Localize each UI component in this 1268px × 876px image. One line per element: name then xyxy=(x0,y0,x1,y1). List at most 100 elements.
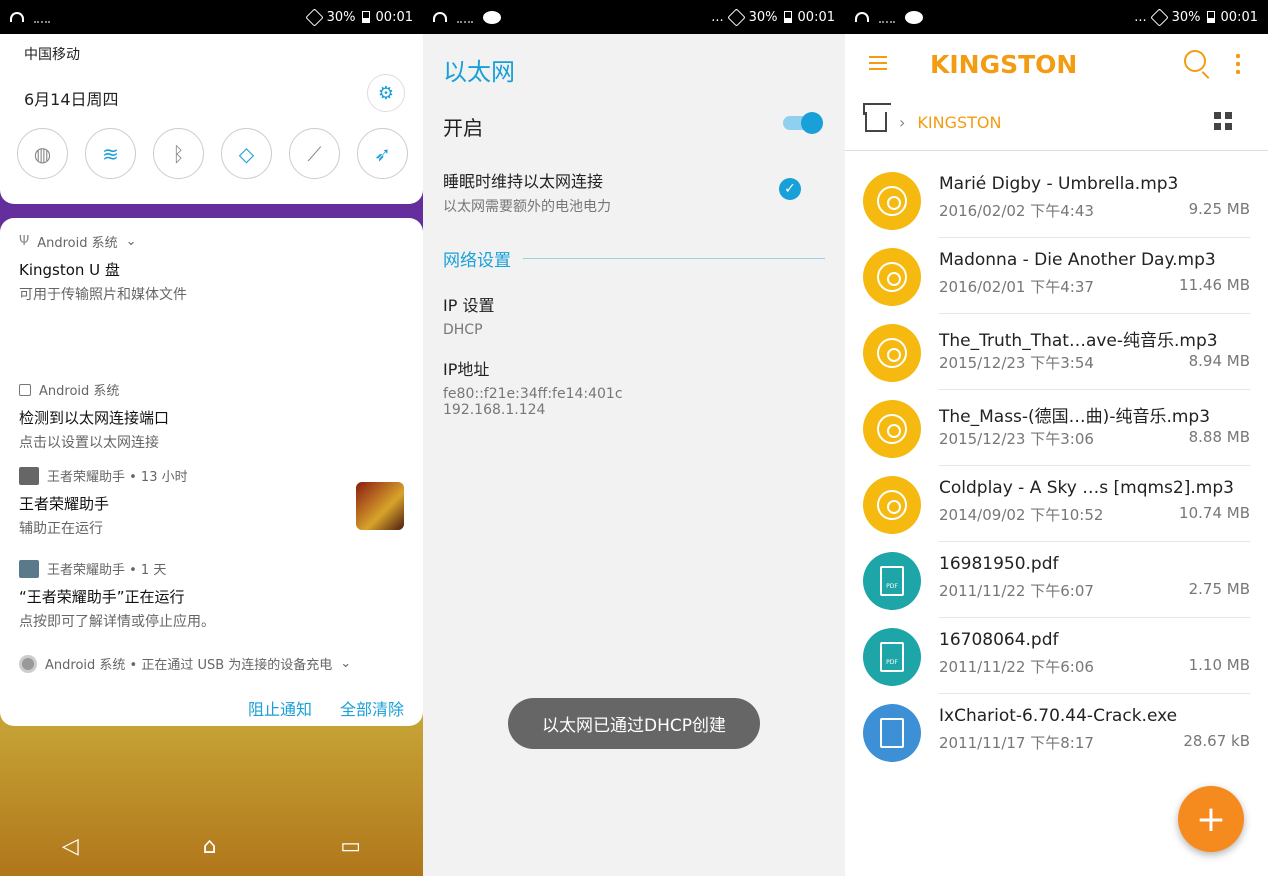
wifi-icon: ≋ xyxy=(102,141,119,166)
more-dots: ... xyxy=(711,9,724,25)
app-bar: KINGSTON xyxy=(845,34,1268,94)
battery-icon xyxy=(1206,11,1215,23)
page-title: 以太网 xyxy=(443,58,515,86)
recents-icon[interactable]: ▭ xyxy=(340,834,361,859)
breadcrumb-current[interactable]: KINGSTON xyxy=(917,113,1001,132)
list-item[interactable]: The_Mass-(德国…曲)-纯音乐.mp3 2015/12/23 下午3:0… xyxy=(863,390,1250,466)
list-item[interactable]: Marié Digby - Umbrella.mp3 2016/02/02 下午… xyxy=(863,162,1250,238)
file-size: 28.67 kB xyxy=(1183,732,1250,750)
game-thumbnail xyxy=(356,482,404,530)
file-size: 2.75 MB xyxy=(1188,580,1250,598)
auto-rotate-tile[interactable]: ◇ xyxy=(221,128,272,179)
chevron-down-icon[interactable]: ⌄ xyxy=(126,234,137,249)
status-bar: ... 30% 00:01 xyxy=(845,0,1268,34)
sleep-checkbox[interactable]: ✓ xyxy=(779,178,801,200)
file-name: The_Truth_That…ave-纯音乐.mp3 xyxy=(939,331,1218,351)
notification-desc: 可用于传输照片和媒体文件 xyxy=(19,287,187,303)
rotate-icon xyxy=(1149,7,1169,27)
sleep-setting[interactable]: 睡眠时维持以太网连接 以太网需要额外的电池电力 xyxy=(443,168,825,216)
notification-ethernet[interactable]: Android 系统 检测到以太网连接端口 点击以设置以太网连接 xyxy=(19,380,404,452)
ipv4-value: 192.168.1.124 xyxy=(443,402,546,418)
section-title: 网络设置 xyxy=(443,251,511,271)
list-item[interactable]: PDF 16708064.pdf 2011/11/22 下午6:06 1.10 … xyxy=(863,618,1250,694)
battery-percent: 30% xyxy=(326,9,356,25)
ethernet-toggle[interactable] xyxy=(783,112,823,134)
signal-icon xyxy=(879,12,895,23)
list-item[interactable]: PDF 16981950.pdf 2011/11/22 下午6:07 2.75 … xyxy=(863,542,1250,618)
mobile-data-tile[interactable]: ◍ xyxy=(17,128,68,179)
ipv6-value: fe80::f21e:34ff:fe14:401c xyxy=(443,386,623,402)
carrier-label: 中国移动 xyxy=(24,47,80,63)
file-name: 16708064.pdf xyxy=(939,630,1059,650)
notification-app: Android 系统 • 正在通过 USB 为连接的设备充电 xyxy=(45,658,333,673)
notification-app: Android 系统 xyxy=(39,384,120,399)
notification-usb[interactable]: Ψ Android 系统 ⌄ Kingston U 盘 可用于传输照片和媒体文件 xyxy=(19,232,404,304)
date-label: 6月14日周四 xyxy=(24,90,119,109)
ip-setting[interactable]: IP 设置 DHCP xyxy=(443,292,825,338)
wifi-icon xyxy=(10,12,24,22)
file-size: 8.94 MB xyxy=(1188,352,1250,370)
list-item[interactable]: IxChariot-6.70.44-Crack.exe 2011/11/17 下… xyxy=(863,694,1250,770)
block-notifications-button[interactable]: 阻止通知 xyxy=(248,696,312,720)
search-icon[interactable] xyxy=(1184,50,1206,72)
rotate-icon xyxy=(726,7,746,27)
divider xyxy=(845,150,1268,151)
file-name: Madonna - Die Another Day.mp3 xyxy=(939,250,1216,270)
clock: 00:01 xyxy=(1220,9,1258,25)
file-size: 8.88 MB xyxy=(1188,428,1250,446)
home-icon[interactable]: ⌂ xyxy=(203,834,217,859)
add-button[interactable]: + xyxy=(1178,786,1244,852)
clear-all-button[interactable]: 全部清除 xyxy=(340,696,404,720)
quick-tiles: ◍ ≋ ᛒ ◇ ⟋ ➶ xyxy=(17,128,408,179)
notification-game-running[interactable]: 王者荣耀助手 • 1 天 “王者荣耀助手”正在运行 点按即可了解详情或停止应用。 xyxy=(19,559,404,631)
ethernet-icon xyxy=(19,383,31,396)
notification-charging[interactable]: Android 系统 • 正在通过 USB 为连接的设备充电 ⌄ xyxy=(19,654,404,673)
file-manager-screen: ... 30% 00:01 KINGSTON › KINGSTON Marié … xyxy=(845,0,1268,876)
file-date: 2011/11/17 下午8:17 xyxy=(939,734,1094,752)
breadcrumb: › KINGSTON xyxy=(865,104,1248,140)
app-icon xyxy=(19,559,39,578)
pdf-file-icon: PDF xyxy=(863,552,921,610)
rotate-icon: ◇ xyxy=(238,141,255,166)
list-item[interactable]: Coldplay - A Sky …s [mqms2].mp3 2014/09/… xyxy=(863,466,1250,542)
chevron-down-icon[interactable]: ⌄ xyxy=(340,656,351,671)
signal-icon xyxy=(34,12,50,23)
list-item[interactable]: Madonna - Die Another Day.mp3 2016/02/01… xyxy=(863,238,1250,314)
notification-title: “王者荣耀助手”正在运行 xyxy=(19,588,185,606)
rotate-icon xyxy=(304,7,324,27)
ip-setting-value: DHCP xyxy=(443,322,483,338)
notification-game-helper[interactable]: 王者荣耀助手 • 13 小时 王者荣耀助手 辅助正在运行 xyxy=(19,466,404,538)
ip-address-label: IP地址 xyxy=(443,360,490,379)
file-name: 16981950.pdf xyxy=(939,554,1059,574)
bluetooth-tile[interactable]: ᛒ xyxy=(153,128,204,179)
list-item[interactable]: The_Truth_That…ave-纯音乐.mp3 2015/12/23 下午… xyxy=(863,314,1250,390)
file-size: 1.10 MB xyxy=(1188,656,1250,674)
composite-screenshot: 30% 00:01 中国移动 6月14日周四 ⚙ ◍ ≋ ᛒ ◇ ⟋ ➶ Ψ An… xyxy=(0,0,1268,876)
back-icon[interactable]: ◁ xyxy=(62,834,79,859)
battery-percent: 30% xyxy=(1171,9,1201,25)
pdf-file-icon: PDF xyxy=(863,628,921,686)
notification-app: 王者荣耀助手 • 1 天 xyxy=(47,563,167,578)
file-date: 2014/09/02 下午10:52 xyxy=(939,506,1104,524)
battery-icon xyxy=(783,11,792,23)
notification-desc: 点按即可了解详情或停止应用。 xyxy=(19,614,215,630)
music-file-icon xyxy=(863,400,921,458)
wifi-tile[interactable]: ≋ xyxy=(85,128,136,179)
sleep-desc: 以太网需要额外的电池电力 xyxy=(443,199,611,215)
home-icon[interactable] xyxy=(865,112,887,132)
file-date: 2015/12/23 下午3:06 xyxy=(939,430,1094,448)
globe-icon: ◍ xyxy=(33,141,52,166)
file-size: 10.74 MB xyxy=(1179,504,1250,522)
ip-setting-label: IP 设置 xyxy=(443,296,495,315)
settings-button[interactable]: ⚙ xyxy=(367,74,405,112)
file-name: IxChariot-6.70.44-Crack.exe xyxy=(939,706,1178,726)
battery-icon xyxy=(361,11,370,23)
boost-tile[interactable]: ➶ xyxy=(357,128,408,179)
file-date: 2015/12/23 下午3:54 xyxy=(939,354,1094,372)
grid-view-icon[interactable] xyxy=(1214,112,1232,130)
menu-icon[interactable] xyxy=(869,56,887,70)
file-date: 2016/02/01 下午4:37 xyxy=(939,278,1094,296)
flashlight-tile[interactable]: ⟋ xyxy=(289,128,340,179)
more-vert-icon[interactable] xyxy=(1236,52,1240,74)
app-title: KINGSTON xyxy=(930,50,1078,79)
